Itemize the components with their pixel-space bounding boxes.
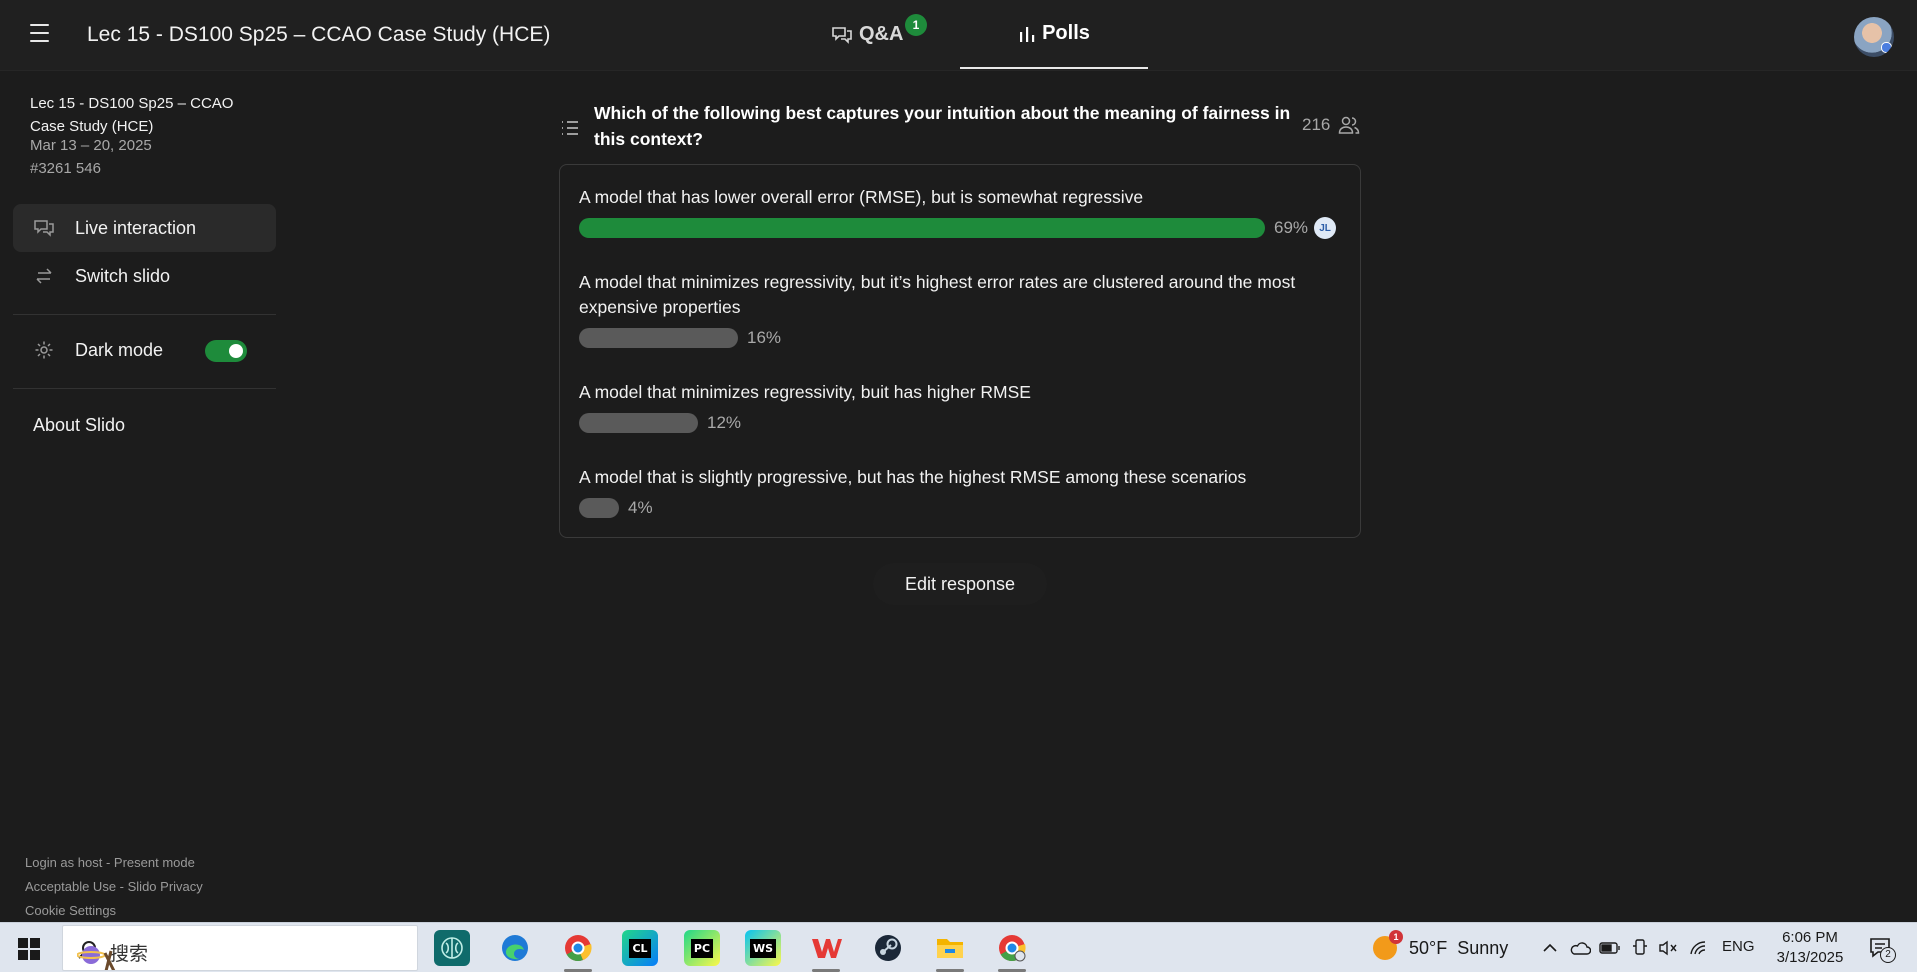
poll-option-percent: 16% [747, 328, 782, 347]
sidebar-divider [13, 314, 276, 315]
chat-bubbles-icon [33, 217, 55, 239]
voter-count-value: 216 [1302, 115, 1331, 134]
sidebar-item-switch-slido[interactable]: Switch slido [13, 252, 276, 300]
clion-icon[interactable]: CL [622, 930, 658, 966]
steam-icon[interactable] [870, 930, 906, 966]
brain-app-icon[interactable] [434, 930, 470, 966]
slido-privacy-link[interactable]: Slido Privacy [128, 879, 203, 894]
tab-polls-label: Polls [1042, 22, 1090, 44]
event-dates: Mar 13 – 20, 2025 [30, 137, 152, 154]
event-title: Lec 15 - DS100 Sp25 – CCAO Case Study (H… [87, 23, 551, 46]
notification-icon[interactable]: 2 [1868, 935, 1896, 963]
cookie-settings-link[interactable]: Cookie Settings [25, 903, 116, 918]
tab-qa[interactable]: Q&A [831, 0, 903, 69]
qa-count-badge: 1 [905, 14, 927, 36]
file-explorer-icon[interactable] [932, 930, 968, 972]
edit-response-button[interactable]: Edit response [873, 563, 1047, 605]
footer-links-row-1: Login as host - Present mode [25, 855, 195, 870]
chat-bubbles-icon [832, 26, 852, 44]
weather-widget[interactable]: 1 50°F Sunny [1373, 930, 1509, 960]
sun-icon: 1 [1373, 930, 1403, 960]
poll-option: A model that minimizes regressivity, but… [579, 270, 1349, 349]
poll-option-percent: 69% [1274, 218, 1309, 237]
event-name: Lec 15 - DS100 Sp25 – CCAO Case Study (H… [30, 95, 234, 135]
pycharm-icon[interactable]: PC [684, 930, 720, 966]
taskbar-search-input[interactable]: 搜索 [62, 925, 418, 971]
tab-qa-label: Q&A [859, 23, 904, 45]
sidebar: Lec 15 - DS100 Sp25 – CCAO Case Study (H… [0, 72, 290, 922]
poll-option: A model that minimizes regressivity, bui… [579, 380, 1349, 434]
edge-icon[interactable] [497, 930, 533, 966]
voter-avatar: JL [1314, 217, 1337, 239]
present-mode-link[interactable]: Present mode [114, 855, 195, 870]
footer-links-row-3: Cookie Settings [25, 903, 116, 918]
poll-option-text: A model that has lower overall error (RM… [579, 187, 1144, 207]
poll-option-result: 4% [579, 497, 1349, 519]
weather-temp: 50°F [1409, 937, 1448, 958]
poll-option-bar [579, 413, 698, 433]
clock-time: 6:06 PM [1782, 929, 1838, 946]
notification-count: 2 [1880, 947, 1896, 963]
poll-list-icon [560, 118, 580, 138]
event-code: #3261 546 [30, 160, 101, 177]
battery-icon[interactable] [1599, 937, 1621, 959]
clock-date: 3/13/2025 [1776, 949, 1844, 966]
poll-option-percent: 4% [628, 498, 653, 517]
swap-arrows-icon [33, 265, 55, 287]
weather-condition: Sunny [1457, 937, 1509, 958]
poll-option-text: A model that minimizes regressivity, but… [579, 272, 1296, 317]
chrome-icon[interactable] [560, 930, 596, 972]
poll-option: A model that has lower overall error (RM… [579, 185, 1349, 239]
windows-taskbar: 搜索 CL PC WS 1 50°F Sunny ENG 6:06 PM 3/1… [0, 922, 1917, 972]
user-avatar[interactable] [1854, 17, 1894, 57]
sidebar-item-label: Switch slido [75, 265, 171, 286]
acceptable-use-link[interactable]: Acceptable Use [25, 879, 116, 894]
chrome-alt-icon[interactable] [994, 930, 1030, 972]
wps-icon[interactable] [808, 930, 844, 972]
poll-question: Which of the following best captures you… [594, 103, 1291, 149]
chevron-up-icon[interactable] [1539, 937, 1561, 959]
poll-option-bar [579, 328, 738, 348]
phone-link-icon[interactable] [1629, 937, 1651, 959]
wifi-icon[interactable] [1688, 937, 1710, 959]
sidebar-item-label: Live interaction [75, 217, 197, 238]
dark-mode-toggle[interactable] [205, 340, 247, 362]
poll-option-result: 69% JL [579, 217, 1349, 239]
footer-links-row-2: Acceptable Use - Slido Privacy [25, 879, 203, 894]
gear-icon [33, 339, 55, 361]
poll-option-text: A model that is slightly progressive, bu… [579, 467, 1247, 487]
sidebar-item-label: Dark mode [75, 339, 164, 360]
poll-option-percent: 12% [707, 413, 742, 432]
input-language[interactable]: ENG [1722, 938, 1755, 955]
poll-option-result: 16% [579, 327, 1349, 349]
weather-badge: 1 [1389, 930, 1403, 944]
poll-option-result: 12% [579, 412, 1349, 434]
bar-chart-icon [1020, 26, 1035, 42]
windows-start-icon[interactable] [18, 938, 40, 960]
poll-option-bar [579, 498, 619, 518]
poll-option-bar [579, 218, 1265, 238]
onedrive-cloud-icon[interactable] [1569, 937, 1591, 959]
footer-separator: - [102, 855, 114, 870]
login-as-host-link[interactable]: Login as host [25, 855, 102, 870]
sidebar-divider [13, 388, 276, 389]
footer-separator: - [116, 879, 128, 894]
poll-option-text: A model that minimizes regressivity, bui… [579, 382, 1031, 402]
users-icon [1339, 116, 1360, 134]
top-bar: Lec 15 - DS100 Sp25 – CCAO Case Study (H… [0, 0, 1917, 71]
search-highlight-art-icon [77, 946, 116, 970]
about-slido-link[interactable]: About Slido [33, 415, 125, 436]
poll-results-card: A model that has lower overall error (RM… [559, 164, 1361, 538]
poll-option: A model that is slightly progressive, bu… [579, 465, 1349, 519]
webstorm-icon[interactable]: WS [745, 930, 781, 966]
voter-count: 216 [1302, 115, 1360, 135]
system-clock[interactable]: 6:06 PM 3/13/2025 [1770, 928, 1850, 968]
menu-icon[interactable] [30, 24, 54, 48]
speaker-muted-icon[interactable] [1657, 937, 1679, 959]
tab-polls[interactable]: Polls [960, 0, 1148, 69]
sidebar-item-live-interaction[interactable]: Live interaction [13, 204, 276, 252]
